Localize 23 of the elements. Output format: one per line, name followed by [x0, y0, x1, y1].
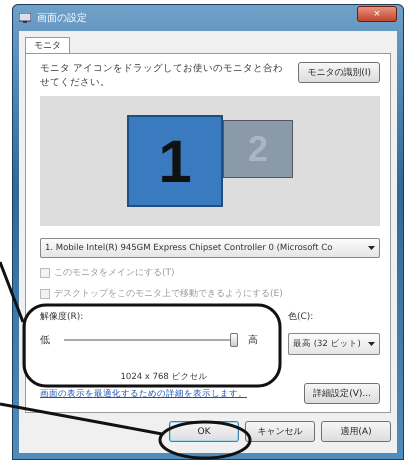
instruction-text: モニタ アイコンをドラッグしてお使いのモニタと合わせてください。 — [40, 62, 284, 90]
slider-thumb[interactable] — [230, 333, 238, 347]
color-label: 色(C): — [288, 310, 314, 323]
leader-line — [0, 261, 24, 323]
identify-button[interactable]: モニタの識別(I) — [298, 62, 380, 83]
checkbox-label: デスクトップをこのモニタ上で移動できるようにする(E) — [54, 287, 283, 300]
resolution-label: 解像度(R): — [40, 310, 84, 323]
help-link[interactable]: 画面の表示を最適化するための詳細を表示します。 — [40, 388, 247, 400]
monitor-tile[interactable]: 1 — [127, 115, 223, 207]
high-label: 高 — [248, 334, 258, 347]
tab[interactable]: モニタ — [25, 37, 70, 53]
checkbox-label: このモニタをメインにする(T) — [54, 267, 175, 279]
window-title: 画面の設定 — [37, 12, 88, 25]
monitor-icon — [19, 13, 31, 23]
advanced-settings-button[interactable]: 詳細設定(V)... — [304, 383, 380, 404]
display-dropdown[interactable]: 1. Mobile Intel(R) 945GM Express Chipset Controller 0 (Microsoft Co — [40, 238, 380, 258]
caret-icon — [368, 246, 375, 250]
dialog-button[interactable]: 適用(A) — [321, 421, 391, 442]
color-dropdown[interactable]: 最高 (32 ビット) — [288, 333, 380, 355]
dialog-button[interactable]: キャンセル — [245, 421, 315, 442]
resolution-reading: 1024 x 768 ピクセル — [120, 371, 208, 383]
caret-icon — [368, 342, 375, 346]
low-label: 低 — [40, 334, 50, 347]
